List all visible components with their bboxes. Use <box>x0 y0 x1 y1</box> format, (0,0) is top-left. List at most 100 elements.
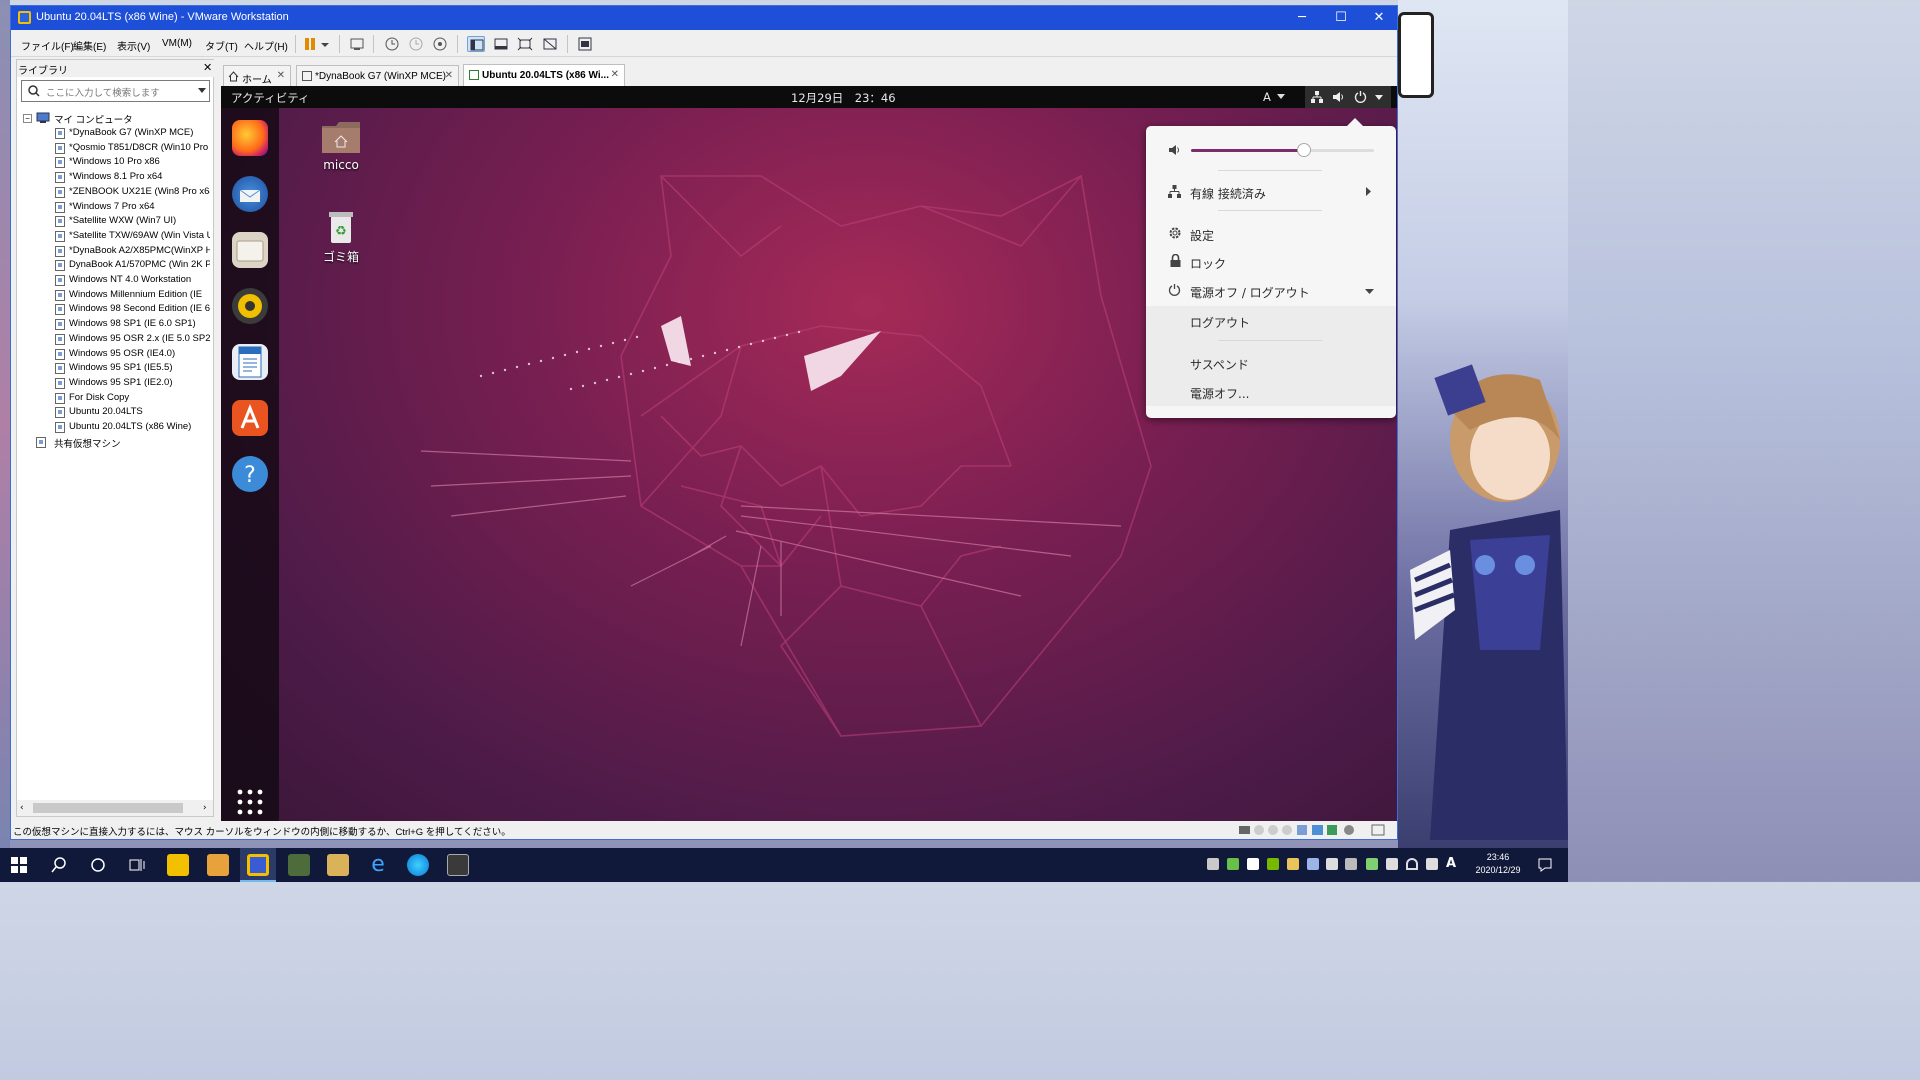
firefox-icon[interactable] <box>232 120 268 156</box>
tree-vm-item[interactable]: Windows 95 OSR 2.x (IE 5.0 SP2) <box>21 333 210 347</box>
settings-menu-item[interactable]: 設定 <box>1146 220 1396 248</box>
tray-icon[interactable] <box>1386 858 1398 870</box>
title-bar[interactable]: Ubuntu 20.04LTS (x86 Wine) - VMware Work… <box>11 6 1397 30</box>
ime-indicator[interactable]: A <box>1446 856 1456 871</box>
tree-vm-item[interactable]: *DynaBook G7 (WinXP MCE) <box>21 127 210 141</box>
suspend-menu-item[interactable]: サスペンド <box>1146 349 1396 377</box>
search-icon[interactable] <box>51 857 67 873</box>
thumbnail-bar-icon[interactable] <box>492 36 510 52</box>
folder-icon[interactable] <box>327 854 349 876</box>
volume-slider[interactable] <box>1191 143 1374 157</box>
internet-explorer-icon[interactable]: e <box>367 854 389 876</box>
tray-icon[interactable] <box>1307 858 1319 870</box>
pause-icon[interactable] <box>302 36 320 52</box>
tree-vm-item[interactable]: *Satellite TXW/69AW (Win Vista U <box>21 230 210 244</box>
nvidia-icon[interactable] <box>1267 858 1279 870</box>
clock-button[interactable]: 12月29日 23：46 <box>791 90 896 106</box>
notification-icon[interactable] <box>1537 857 1553 873</box>
tree-vm-item[interactable]: Windows 95 OSR (IE4.0) <box>21 348 210 362</box>
power-menu-item[interactable]: 電源オフ / ログアウト <box>1146 277 1396 305</box>
rhythmbox-icon[interactable] <box>232 288 268 324</box>
tree-vm-item[interactable]: Ubuntu 20.04LTS (x86 Wine) <box>21 421 210 435</box>
tab-close-icon[interactable]: ✕ <box>277 70 285 81</box>
library-horizontal-scrollbar[interactable]: ‹ › <box>17 800 213 816</box>
scroll-right-icon[interactable]: › <box>203 803 207 813</box>
menu-file[interactable]: ファイル(F) <box>21 38 74 53</box>
tray-icon[interactable] <box>1247 858 1259 870</box>
files-icon[interactable] <box>232 232 268 268</box>
wifi-icon[interactable] <box>1406 858 1418 870</box>
snapshot-revert-icon[interactable] <box>407 36 425 52</box>
cortana-icon[interactable] <box>90 857 106 873</box>
tray-icon[interactable] <box>1207 858 1219 870</box>
close-button[interactable]: ✕ <box>1360 6 1398 30</box>
library-close-button[interactable]: ✕ <box>203 61 212 74</box>
send-ctrl-alt-del-icon[interactable] <box>348 36 366 52</box>
console-view-icon[interactable] <box>576 36 594 52</box>
media-player-icon[interactable] <box>207 854 229 876</box>
taskbar-vmware-active[interactable] <box>240 848 276 882</box>
tree-vm-item[interactable]: Windows 98 Second Edition (IE 6 <box>21 303 210 317</box>
ubuntu-guest-screen[interactable]: アクティビティ 12月29日 23：46 A ? micco ♻ ゴミ箱 有線 … <box>221 86 1397 821</box>
activities-button[interactable]: アクティビティ <box>231 90 310 106</box>
tab-dynabook-g7[interactable]: *DynaBook G7 (WinXP MCE) ✕ <box>296 65 459 87</box>
tree-root-my-computer[interactable]: − マイ コンピュータ <box>21 112 210 126</box>
help-icon[interactable]: ? <box>232 456 268 492</box>
tree-vm-item[interactable]: *Windows 8.1 Pro x64 <box>21 171 210 185</box>
tab-close-icon[interactable]: ✕ <box>611 69 619 80</box>
tree-vm-item[interactable]: *DynaBook A2/X85PMC(WinXP H <box>21 245 210 259</box>
maximize-button[interactable]: ☐ <box>1322 6 1360 30</box>
minimize-button[interactable]: ─ <box>1283 6 1321 30</box>
tree-vm-item[interactable]: DynaBook A1/570PMC (Win 2K P <box>21 259 210 273</box>
tray-icon[interactable] <box>1366 858 1378 870</box>
taskbar-clock[interactable]: 23:46 2020/12/29 <box>1466 851 1530 877</box>
snapshot-take-icon[interactable] <box>383 36 401 52</box>
fullscreen-icon[interactable] <box>516 36 534 52</box>
show-applications-icon[interactable] <box>232 784 268 820</box>
poweroff-menu-item[interactable]: 電源オフ... <box>1146 378 1396 406</box>
tray-icon[interactable] <box>1227 858 1239 870</box>
tab-close-icon[interactable]: ✕ <box>445 70 453 81</box>
menu-view[interactable]: 表示(V) <box>117 38 150 53</box>
library-search-field[interactable]: ここに入力して検索します <box>21 80 210 102</box>
tree-vm-item[interactable]: *Windows 7 Pro x64 <box>21 201 210 215</box>
menu-vm[interactable]: VM(M) <box>162 38 192 49</box>
menu-tab[interactable]: タブ(T) <box>205 38 238 53</box>
tree-vm-item[interactable]: For Disk Copy <box>21 392 210 406</box>
tree-vm-item[interactable]: *Satellite WXW (Win7 UI) <box>21 215 210 229</box>
tree-vm-item[interactable]: Windows Millennium Edition (IE <box>21 289 210 303</box>
tray-icon[interactable] <box>1426 858 1438 870</box>
tree-vm-item[interactable]: *Qosmio T851/D8CR (Win10 Pro x <box>21 142 210 156</box>
tab-ubuntu-wine[interactable]: Ubuntu 20.04LTS (x86 Wi... ✕ <box>463 64 625 88</box>
collapse-icon[interactable]: − <box>23 114 32 123</box>
task-view-icon[interactable] <box>129 857 145 873</box>
logout-menu-item[interactable]: ログアウト <box>1146 307 1396 335</box>
tree-vm-item[interactable]: *ZENBOOK UX21E (Win8 Pro x64 <box>21 186 210 200</box>
volume-icon[interactable] <box>1326 858 1338 870</box>
tree-vm-item[interactable]: Ubuntu 20.04LTS <box>21 406 210 420</box>
app-icon[interactable] <box>288 854 310 876</box>
system-status-area[interactable] <box>1305 86 1391 108</box>
input-method-indicator[interactable]: A <box>1263 90 1271 104</box>
unity-mode-icon[interactable] <box>541 36 559 52</box>
desktop-home-folder[interactable]: micco <box>309 116 373 176</box>
thunderbird-icon[interactable] <box>232 176 268 212</box>
show-library-icon[interactable] <box>467 36 485 52</box>
snapshot-manager-icon[interactable] <box>431 36 449 52</box>
libreoffice-writer-icon[interactable] <box>232 344 268 380</box>
tab-home[interactable]: ホーム ✕ <box>223 65 291 87</box>
desktop-trash[interactable]: ♻ ゴミ箱 <box>309 206 373 268</box>
battery-icon[interactable] <box>1345 858 1357 870</box>
scroll-left-icon[interactable]: ‹ <box>20 803 24 813</box>
tray-icon[interactable] <box>1287 858 1299 870</box>
file-explorer-icon[interactable] <box>167 854 189 876</box>
terminal-icon[interactable] <box>447 854 469 876</box>
edge-icon[interactable] <box>407 854 429 876</box>
tree-vm-item[interactable]: Windows 95 SP1 (IE2.0) <box>21 377 210 391</box>
menu-help[interactable]: ヘルプ(H) <box>244 38 288 53</box>
tree-shared-vms[interactable]: 共有仮想マシン <box>21 436 210 450</box>
tree-vm-item[interactable]: Windows 95 SP1 (IE5.5) <box>21 362 210 376</box>
scrollbar-thumb[interactable] <box>33 803 183 813</box>
menu-edit[interactable]: 編集(E) <box>73 38 106 53</box>
ubuntu-software-icon[interactable] <box>232 400 268 436</box>
